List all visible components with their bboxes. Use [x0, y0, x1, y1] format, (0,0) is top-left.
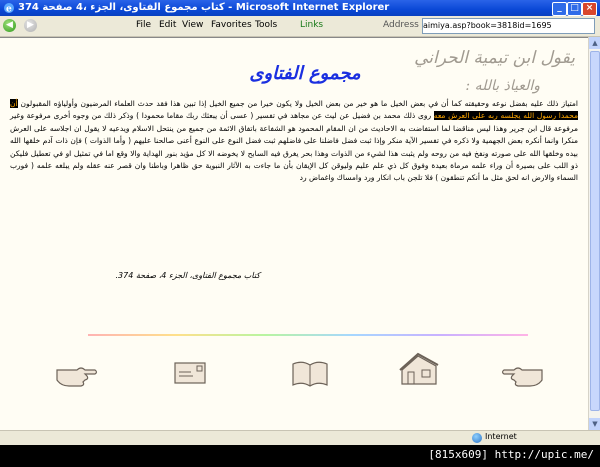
- address-bar[interactable]: aimiya.asp?book=3818id=1695: [422, 18, 595, 34]
- watermark: [815x609] http://upic.me/: [428, 448, 594, 461]
- title-bar[interactable]: e 374 كتاب مجموع الفتاوى، الجزء ،4 صفحة …: [0, 0, 600, 16]
- menu-favorites[interactable]: Favorites: [211, 20, 252, 30]
- status-bar: Internet: [0, 430, 600, 445]
- page-content: يقول ابن تيمية الحراني والعياذ بالله : م…: [0, 37, 588, 431]
- divider: [88, 334, 528, 336]
- globe-icon: [472, 433, 482, 443]
- window-title: 374 كتاب مجموع الفتاوى، الجزء ،4 صفحة - …: [18, 2, 390, 13]
- pointing-hand-right-icon[interactable]: [55, 358, 99, 392]
- ie-window: e 374 كتاب مجموع الفتاوى، الجزء ،4 صفحة …: [0, 0, 600, 467]
- citation: كتاب مجموع الفتاوى، الجزء 4، صفحة 374.: [115, 271, 261, 280]
- menu-tools[interactable]: Tools: [255, 20, 277, 30]
- menu-bar: ◀ ▶ File Edit View Favorites Tools Links…: [0, 16, 600, 37]
- open-book-icon[interactable]: [290, 358, 330, 390]
- ie-logo-icon: e: [4, 3, 14, 15]
- fatwa-text: امتياز ذلك عليه بفضل نوعه وحقيقته كما أن…: [10, 98, 578, 185]
- links-toolbar[interactable]: Links: [300, 20, 323, 30]
- forward-arrow-icon[interactable]: ▶: [24, 19, 37, 32]
- minimize-button[interactable]: _: [552, 2, 567, 16]
- text-after-highlight: روى ذلك محمد بن فضيل عن ليث عن مجاهد في …: [10, 111, 578, 183]
- back-arrow-icon[interactable]: ◀: [3, 19, 16, 32]
- text-before-highlight: امتياز ذلك عليه بفضل نوعه وحقيقته كما أن…: [20, 99, 579, 108]
- scroll-up-icon[interactable]: ▲: [589, 37, 600, 49]
- quote-line-2: والعياذ بالله :: [465, 78, 540, 94]
- house-icon[interactable]: [398, 350, 440, 390]
- maximize-button[interactable]: □: [567, 2, 582, 16]
- vertical-scrollbar[interactable]: ▲ ▼: [588, 37, 600, 430]
- status-zone: Internet: [485, 432, 517, 441]
- close-button[interactable]: ×: [582, 2, 597, 16]
- scroll-thumb[interactable]: [590, 51, 600, 411]
- scroll-down-icon[interactable]: ▼: [589, 418, 600, 430]
- address-label: Address: [383, 20, 419, 30]
- envelope-icon[interactable]: [173, 358, 207, 388]
- menu-file[interactable]: File: [136, 20, 151, 30]
- page-title: مجموع الفتاوى: [249, 63, 361, 84]
- svg-text:e: e: [6, 5, 12, 15]
- menu-view[interactable]: View: [182, 20, 203, 30]
- menu-edit[interactable]: Edit: [159, 20, 176, 30]
- pointing-hand-left-icon[interactable]: [500, 358, 544, 392]
- quote-line-1: يقول ابن تيمية الحراني: [414, 48, 575, 68]
